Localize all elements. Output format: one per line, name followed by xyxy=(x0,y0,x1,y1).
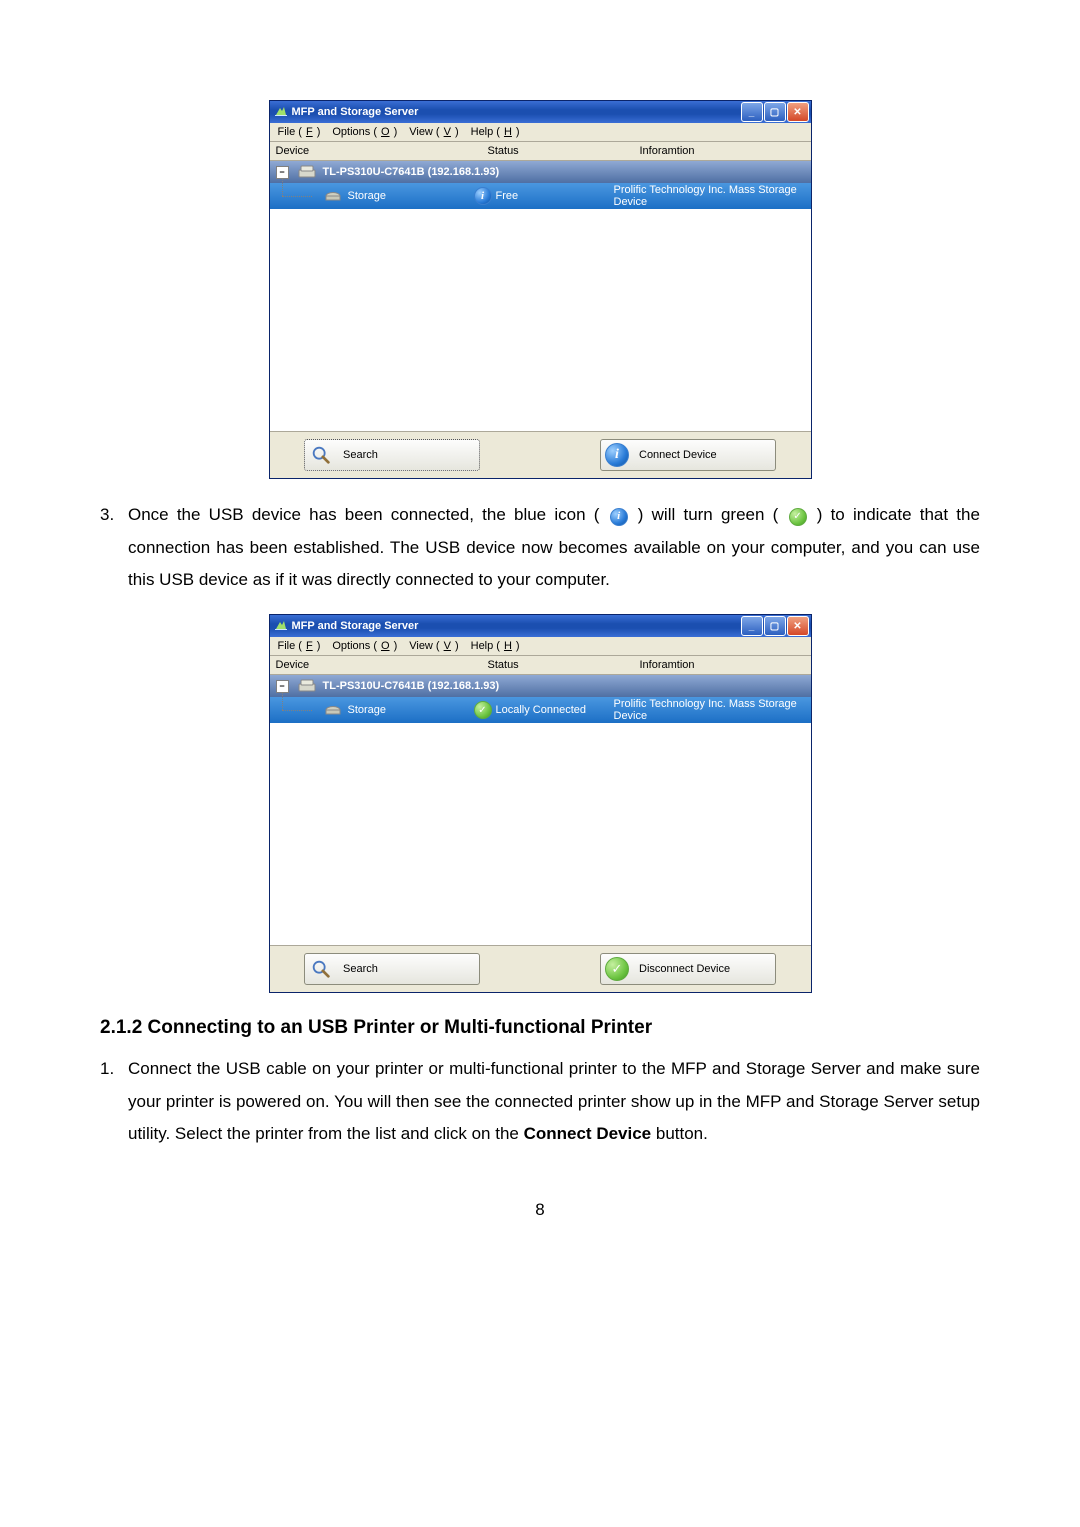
server-row[interactable]: − TL-PS310U-C7641B (192.168.1.93) xyxy=(270,161,811,183)
search-label: Search xyxy=(343,449,378,461)
column-device: Device xyxy=(270,656,482,674)
search-button[interactable]: Search xyxy=(304,439,480,471)
menu-help[interactable]: Help (H) xyxy=(467,125,524,139)
window-title: MFP and Storage Server xyxy=(292,620,741,632)
minimize-button[interactable]: _ xyxy=(741,102,763,122)
column-info: Inforamtion xyxy=(634,656,811,674)
device-list: − TL-PS310U-C7641B (192.168.1.93) Storag… xyxy=(270,675,811,946)
server-icon xyxy=(297,678,317,694)
app-icon xyxy=(274,619,288,633)
device-list: − TL-PS310U-C7641B (192.168.1.93) Storag… xyxy=(270,161,811,432)
close-button[interactable]: ✕ xyxy=(787,102,809,122)
menubar: File (F) Options (O) View (V) Help (H) xyxy=(270,637,811,656)
storage-icon xyxy=(324,189,342,203)
search-label: Search xyxy=(343,963,378,975)
device-info: Prolific Technology Inc. Mass Storage De… xyxy=(614,184,811,208)
window-title: MFP and Storage Server xyxy=(292,106,741,118)
close-button[interactable]: ✕ xyxy=(787,616,809,636)
list-marker: 3. xyxy=(100,499,128,596)
menu-file[interactable]: File (F) xyxy=(274,125,325,139)
column-status: Status xyxy=(482,656,634,674)
text-fragment: ) will turn green ( xyxy=(638,505,779,524)
action-label: Connect Device xyxy=(639,449,717,461)
menu-options[interactable]: Options (O) xyxy=(328,125,401,139)
connect-device-label-bold: Connect Device xyxy=(524,1124,652,1143)
device-row[interactable]: Storage i Free Prolific Technology Inc. … xyxy=(270,183,811,209)
step-3-text: Once the USB device has been connected, … xyxy=(128,499,980,596)
info-icon: i xyxy=(605,443,629,467)
step-1: 1. Connect the USB cable on your printer… xyxy=(100,1053,980,1150)
tree-collapse-icon[interactable]: − xyxy=(276,680,289,693)
info-icon: i xyxy=(474,187,492,205)
window-controls: _ ▢ ✕ xyxy=(741,616,811,636)
column-headers: Device Status Inforamtion xyxy=(270,142,811,161)
server-icon xyxy=(297,164,317,180)
search-icon xyxy=(309,443,333,467)
menubar: File (F) Options (O) View (V) Help (H) xyxy=(270,123,811,142)
device-name: Storage xyxy=(348,190,387,202)
menu-view[interactable]: View (V) xyxy=(405,125,462,139)
minimize-button[interactable]: _ xyxy=(741,616,763,636)
text-fragment: button. xyxy=(656,1124,708,1143)
tree-line xyxy=(270,697,324,723)
device-status: Free xyxy=(496,190,519,202)
menu-options[interactable]: Options (O) xyxy=(328,639,401,653)
column-device: Device xyxy=(270,142,482,160)
check-icon: ✓ xyxy=(474,701,492,719)
menu-view[interactable]: View (V) xyxy=(405,639,462,653)
search-button[interactable]: Search xyxy=(304,953,480,985)
connect-device-button[interactable]: i Connect Device xyxy=(600,439,776,471)
column-info: Inforamtion xyxy=(634,142,811,160)
device-row[interactable]: Storage ✓ Locally Connected Prolific Tec… xyxy=(270,697,811,723)
column-status: Status xyxy=(482,142,634,160)
device-name: Storage xyxy=(348,704,387,716)
window-controls: _ ▢ ✕ xyxy=(741,102,811,122)
page-number: 8 xyxy=(100,1200,980,1220)
info-icon-blue-inline: i xyxy=(610,498,628,530)
device-status: Locally Connected xyxy=(496,704,587,716)
server-row[interactable]: − TL-PS310U-C7641B (192.168.1.93) xyxy=(270,675,811,697)
app-window-free: MFP and Storage Server _ ▢ ✕ File (F) Op… xyxy=(269,100,812,479)
app-window-connected: MFP and Storage Server _ ▢ ✕ File (F) Op… xyxy=(269,614,812,993)
server-label: TL-PS310U-C7641B (192.168.1.93) xyxy=(323,166,500,178)
storage-icon xyxy=(324,703,342,717)
maximize-button[interactable]: ▢ xyxy=(764,102,786,122)
action-label: Disconnect Device xyxy=(639,963,730,975)
menu-help[interactable]: Help (H) xyxy=(467,639,524,653)
bottom-toolbar: Search ✓ Disconnect Device xyxy=(270,946,811,992)
menu-file[interactable]: File (F) xyxy=(274,639,325,653)
section-heading: 2.1.2 Connecting to an USB Printer or Mu… xyxy=(100,1017,980,1039)
tree-collapse-icon[interactable]: − xyxy=(276,166,289,179)
device-info: Prolific Technology Inc. Mass Storage De… xyxy=(614,698,811,722)
check-icon-green-inline: ✓ xyxy=(789,498,807,530)
server-label: TL-PS310U-C7641B (192.168.1.93) xyxy=(323,680,500,692)
titlebar: MFP and Storage Server _ ▢ ✕ xyxy=(270,615,811,637)
disconnect-device-button[interactable]: ✓ Disconnect Device xyxy=(600,953,776,985)
app-icon xyxy=(274,105,288,119)
check-icon: ✓ xyxy=(605,957,629,981)
list-marker: 1. xyxy=(100,1053,128,1150)
text-fragment: Once the USB device has been connected, … xyxy=(128,505,599,524)
maximize-button[interactable]: ▢ xyxy=(764,616,786,636)
search-icon xyxy=(309,957,333,981)
tree-line xyxy=(270,183,324,209)
column-headers: Device Status Inforamtion xyxy=(270,656,811,675)
step-3: 3. Once the USB device has been connecte… xyxy=(100,499,980,596)
bottom-toolbar: Search i Connect Device xyxy=(270,432,811,478)
titlebar: MFP and Storage Server _ ▢ ✕ xyxy=(270,101,811,123)
step-1-text: Connect the USB cable on your printer or… xyxy=(128,1053,980,1150)
